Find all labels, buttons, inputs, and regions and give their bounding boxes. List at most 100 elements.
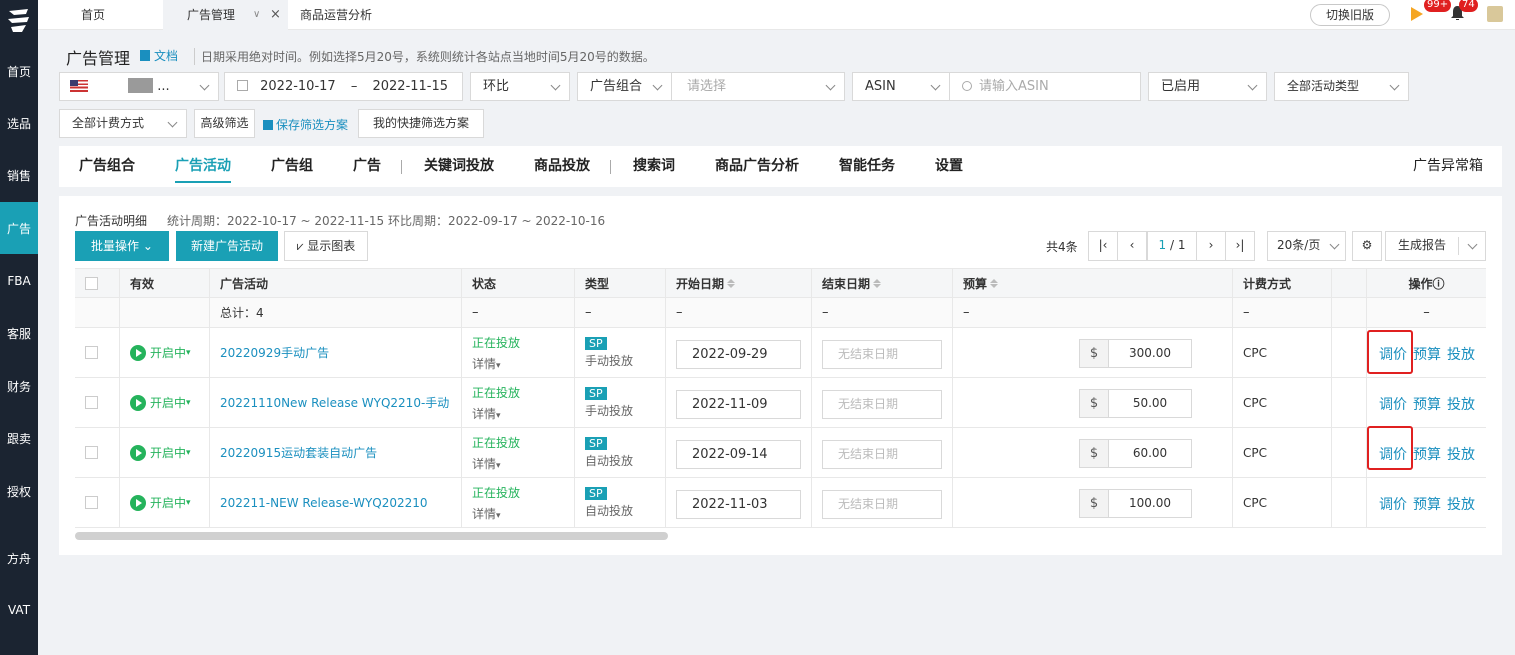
flag-icon[interactable] (1411, 7, 1423, 21)
sidebar-item-vat[interactable]: VAT (0, 584, 38, 636)
save-filter-link[interactable]: 保存筛选方案 (263, 116, 348, 133)
start-date-input[interactable]: 2022-11-03 (676, 490, 801, 519)
budget-input[interactable]: 50.00 (1109, 389, 1192, 418)
asin-type-select[interactable]: ASIN (852, 72, 950, 101)
campaign-link[interactable]: 20221110New Release WYQ2210-手动 (220, 394, 449, 411)
advanced-filter-button[interactable]: 高级筛选 (194, 109, 255, 138)
compare-select[interactable]: 环比 (470, 72, 570, 101)
row-checkbox[interactable] (85, 496, 98, 509)
tab-ads[interactable]: 广告 (353, 146, 381, 187)
tab-keyword-targeting[interactable]: 关键词投放 (424, 146, 494, 187)
sidebar-item-selection[interactable]: 选品 (0, 97, 38, 149)
sidebar-item-service[interactable]: 客服 (0, 307, 38, 359)
page-indicator[interactable]: 1 / 1 (1147, 231, 1197, 261)
adjust-bid-link[interactable]: 调价 (1379, 394, 1407, 414)
row-checkbox[interactable] (85, 346, 98, 359)
details-dropdown[interactable]: 详情▾ (472, 505, 501, 522)
end-date-input[interactable]: 无结束日期 (822, 490, 942, 519)
asin-search-input[interactable]: 请输入ASIN (949, 72, 1141, 101)
tab-campaigns[interactable]: 广告活动 (175, 146, 231, 187)
sidebar-item-ark[interactable]: 方舟 (0, 532, 38, 584)
budget-link[interactable]: 预算 (1413, 394, 1441, 414)
ad-anomaly-box-link[interactable]: 广告异常箱 (1413, 146, 1483, 187)
date-range-picker[interactable]: 2022-10-17 – 2022-11-15 (224, 72, 463, 101)
tab-settings[interactable]: 设置 (935, 146, 963, 187)
campaign-link[interactable]: 20220915运动套装自动广告 (220, 444, 377, 461)
valid-toggle[interactable]: 开启中 ▾ (119, 378, 209, 427)
sidebar-item-follow[interactable]: 跟卖 (0, 412, 38, 464)
prev-page-button[interactable]: ‹ (1117, 231, 1147, 261)
next-page-button[interactable]: › (1196, 231, 1226, 261)
tab-home[interactable]: 首页 (38, 0, 163, 30)
switch-old-version-button[interactable]: 切换旧版 (1310, 4, 1390, 26)
row-checkbox[interactable] (85, 446, 98, 459)
adjust-bid-link[interactable]: 调价 (1379, 494, 1407, 514)
sidebar-item-ads[interactable]: 广告 (0, 202, 38, 254)
sidebar-item-finance[interactable]: 财务 (0, 360, 38, 412)
tab-smart-tasks[interactable]: 智能任务 (839, 146, 895, 187)
row-checkbox[interactable] (85, 396, 98, 409)
store-select[interactable]: ... (59, 72, 219, 101)
sidebar-item-home[interactable]: 首页 (0, 45, 38, 97)
billing-select[interactable]: 全部计费方式 (59, 109, 187, 138)
end-date-input[interactable]: 无结束日期 (822, 340, 942, 369)
tab-product-ad-analysis[interactable]: 商品广告分析 (715, 146, 799, 187)
budget-input[interactable]: 300.00 (1109, 339, 1192, 368)
last-page-button[interactable]: ›| (1225, 231, 1255, 261)
group-type-select[interactable]: 广告组合 (577, 72, 672, 101)
campaign-type-select[interactable]: 全部活动类型 (1274, 72, 1409, 101)
close-icon[interactable]: × (270, 0, 281, 30)
gear-icon[interactable]: ⚙ (1352, 231, 1382, 261)
group-select[interactable]: 请选择 (671, 72, 845, 101)
my-filter-plans-button[interactable]: 我的快捷筛选方案 (358, 109, 484, 138)
tab-ad-management[interactable]: 广告管理 ∨ × (163, 0, 288, 30)
select-all-checkbox[interactable] (85, 276, 98, 290)
details-dropdown[interactable]: 详情▾ (472, 355, 501, 372)
generate-report-button[interactable]: 生成报告 (1385, 231, 1486, 261)
details-dropdown[interactable]: 详情▾ (472, 405, 501, 422)
start-date-input[interactable]: 2022-09-29 (676, 340, 801, 369)
bulk-actions-button[interactable]: 批量操作 ⌄ (75, 231, 169, 261)
doc-link[interactable]: 文档 (140, 47, 178, 64)
budget-link[interactable]: 预算 (1413, 494, 1441, 514)
campaign-link[interactable]: 202211-NEW Release-WYQ202210 (220, 496, 428, 510)
tab-ad-groups[interactable]: 广告组 (271, 146, 313, 187)
targeting-link[interactable]: 投放 (1447, 444, 1475, 464)
budget-input[interactable]: 100.00 (1109, 489, 1192, 518)
tab-portfolio[interactable]: 广告组合 (79, 146, 135, 187)
start-date-input[interactable]: 2022-09-14 (676, 440, 801, 469)
sidebar-item-sales[interactable]: 销售 (0, 149, 38, 201)
horizontal-scrollbar[interactable] (75, 532, 668, 540)
valid-toggle[interactable]: 开启中 ▾ (119, 428, 209, 477)
tab-search-terms[interactable]: 搜索词 (633, 146, 675, 187)
start-date-input[interactable]: 2022-11-09 (676, 390, 801, 419)
col-budget[interactable]: 预算 (952, 269, 1232, 297)
end-date-input[interactable]: 无结束日期 (822, 440, 942, 469)
avatar[interactable] (1487, 6, 1503, 22)
targeting-link[interactable]: 投放 (1447, 344, 1475, 364)
end-date-input[interactable]: 无结束日期 (822, 390, 942, 419)
targeting-link[interactable]: 投放 (1447, 394, 1475, 414)
chevron-down-icon[interactable]: ∨ (253, 0, 260, 30)
show-chart-button[interactable]: ⩗ 显示图表 (284, 231, 368, 261)
sidebar-item-fba[interactable]: FBA (0, 255, 38, 307)
first-page-button[interactable]: |‹ (1088, 231, 1118, 261)
tab-product-analysis[interactable]: 商品运营分析 (288, 0, 408, 30)
logo-icon[interactable] (6, 6, 32, 34)
caret-down-icon: ▾ (186, 347, 191, 358)
targeting-link[interactable]: 投放 (1447, 494, 1475, 514)
budget-link[interactable]: 预算 (1413, 444, 1441, 464)
campaign-link[interactable]: 20220929手动广告 (220, 344, 329, 361)
sidebar-item-auth[interactable]: 授权 (0, 465, 38, 517)
valid-toggle[interactable]: 开启中 ▾ (119, 328, 209, 377)
col-end-date[interactable]: 结束日期 (811, 269, 952, 297)
valid-toggle[interactable]: 开启中 ▾ (119, 478, 209, 527)
tab-product-targeting[interactable]: 商品投放 (534, 146, 590, 187)
budget-link[interactable]: 预算 (1413, 344, 1441, 364)
col-start-date[interactable]: 开始日期 (665, 269, 811, 297)
status-select[interactable]: 已启用 (1148, 72, 1267, 101)
page-size-select[interactable]: 20条/页 (1267, 231, 1346, 261)
details-dropdown[interactable]: 详情▾ (472, 455, 501, 472)
new-campaign-button[interactable]: 新建广告活动 (176, 231, 278, 261)
budget-input[interactable]: 60.00 (1109, 439, 1192, 468)
